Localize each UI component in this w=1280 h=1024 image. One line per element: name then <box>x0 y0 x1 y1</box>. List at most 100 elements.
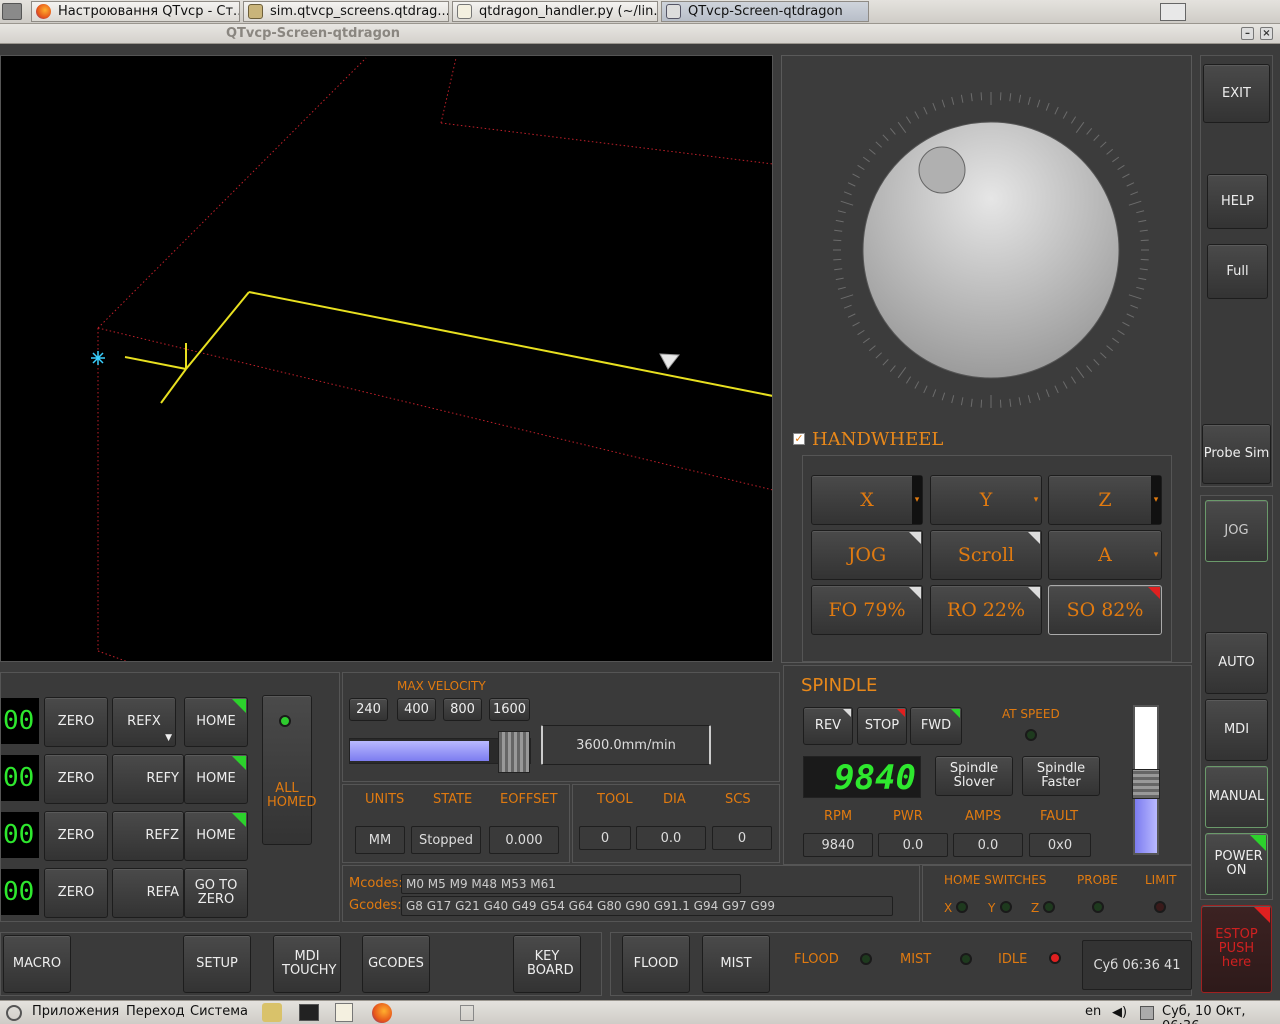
mdi-mode-button[interactable]: MDI <box>1205 699 1268 761</box>
units-header: UNITS <box>365 792 405 807</box>
applications-menu[interactable]: Приложения <box>32 1004 119 1019</box>
hw-axis-z-button[interactable]: Z ▾ <box>1048 475 1162 525</box>
zero-y-button[interactable]: ZERO <box>44 754 108 804</box>
mist-button[interactable]: MIST <box>702 935 770 993</box>
linuxcnc-launcher-icon[interactable] <box>262 1003 282 1022</box>
handwheel-panel: ✓ HANDWHEEL X ▾ Y ▾ Z ▾ JOG Scroll A ▾ FO 79… <box>781 55 1192 663</box>
dial-tick <box>941 99 946 108</box>
dial-tick <box>1112 337 1120 344</box>
ref-z-button[interactable]: REFZ <box>112 811 184 861</box>
jog-mode-button[interactable]: JOG <box>1205 500 1268 562</box>
max-velocity-slider[interactable] <box>349 731 531 773</box>
places-menu[interactable]: Переход <box>126 1004 185 1019</box>
dial-tick <box>1027 395 1031 404</box>
setup-button[interactable]: SETUP <box>183 935 251 993</box>
dial-tick <box>862 337 870 344</box>
dial-tick <box>882 134 889 141</box>
flood-button[interactable]: FLOOD <box>622 935 690 993</box>
auto-mode-button[interactable]: AUTO <box>1205 632 1268 694</box>
manual-mode-button[interactable]: MANUAL <box>1205 766 1268 828</box>
go-to-zero-button[interactable]: GO TO ZERO <box>184 868 248 918</box>
taskbar-tab-firefox[interactable]: Настроювання QTvcp - Ст... <box>31 1 240 22</box>
dial-tick <box>852 173 860 179</box>
estop-button[interactable]: ESTOP PUSH here <box>1201 905 1272 993</box>
dial-tick <box>1130 304 1139 309</box>
home-z-button[interactable]: HOME <box>184 811 248 861</box>
home-x-button[interactable]: HOME <box>184 697 248 747</box>
spindle-faster-button[interactable]: Spindle Faster <box>1022 756 1100 796</box>
close-icon[interactable]: × <box>1260 27 1273 40</box>
workspace-switcher[interactable] <box>1160 3 1186 21</box>
vel-preset-800[interactable]: 800 <box>443 698 482 721</box>
terminal-icon[interactable] <box>299 1004 319 1021</box>
hw-rapid-override-button[interactable]: RO 22% <box>930 585 1042 635</box>
zero-a-button[interactable]: ZERO <box>44 868 108 918</box>
spindle-fwd-button[interactable]: FWD <box>910 707 962 745</box>
dial-tick <box>882 359 889 366</box>
help-button[interactable]: HELP <box>1207 174 1268 229</box>
dial-tick <box>1027 96 1031 105</box>
macro-button[interactable]: MACRO <box>3 935 71 993</box>
mdi-touchy-button[interactable]: MDI TOUCHY <box>273 935 341 993</box>
gcodes-button[interactable]: GCODES <box>362 935 430 993</box>
handwheel-checkbox[interactable]: ✓ <box>793 433 805 445</box>
firefox-launcher-icon[interactable] <box>372 1003 392 1023</box>
minimize-icon[interactable]: – <box>1241 27 1254 40</box>
spindle-override-slider[interactable] <box>1132 705 1160 855</box>
hw-axis-x-button[interactable]: X ▾ <box>811 475 923 525</box>
vel-preset-400[interactable]: 400 <box>397 698 436 721</box>
dial-tick <box>914 381 920 389</box>
gcode-graphics-preview[interactable] <box>0 55 773 662</box>
panel-clock[interactable]: Суб, 10 Окт, 06:36 <box>1162 1004 1280 1024</box>
zero-z-button[interactable]: ZERO <box>44 811 108 861</box>
max-velocity-slider-handle[interactable] <box>498 731 530 773</box>
jog-dial[interactable] <box>830 90 1154 414</box>
state-header: STATE <box>433 792 473 807</box>
rpm-value: 9840 <box>803 833 873 857</box>
taskbar-tab-qtvcp[interactable]: QTvcp-Screen-qtdragon <box>661 1 869 22</box>
zero-x-button[interactable]: ZERO <box>44 697 108 747</box>
max-velocity-value: 3600.0mm/min <box>541 725 711 765</box>
spindle-slower-button[interactable]: Spindle Slover <box>935 756 1013 796</box>
dial-tick <box>1100 352 1107 359</box>
system-menu[interactable]: Система <box>190 1004 248 1019</box>
probe-sim-button[interactable]: Probe Sim <box>1202 424 1271 484</box>
vel-preset-240[interactable]: 240 <box>349 698 388 721</box>
dial-tick <box>1054 385 1059 394</box>
hw-axis-a-button[interactable]: A ▾ <box>1048 530 1162 580</box>
network-icon[interactable] <box>1140 1006 1154 1020</box>
dial-tick <box>951 395 955 404</box>
spindle-stop-button[interactable]: STOP <box>857 707 907 745</box>
taskbar-tab-files[interactable]: sim.qtvcp_screens.qtdrag... <box>243 1 449 22</box>
ref-y-button[interactable]: REFY <box>112 754 184 804</box>
hw-scroll-button[interactable]: Scroll <box>930 530 1042 580</box>
ref-a-button[interactable]: REFA <box>112 868 184 918</box>
taskbar-tab-editor[interactable]: qtdragon_handler.py (~/lin... <box>452 1 658 22</box>
hw-jog-button[interactable]: JOG <box>811 530 923 580</box>
text-editor-launcher-icon[interactable] <box>335 1003 353 1022</box>
ref-x-button[interactable]: REFX ▼ <box>112 697 176 747</box>
home-switches-label: HOME SWITCHES <box>944 873 1047 887</box>
keyboard-layout[interactable]: en <box>1085 1004 1101 1019</box>
hw-spindle-override-button[interactable]: SO 82% <box>1048 585 1162 635</box>
spindle-rev-button[interactable]: REV <box>803 707 853 745</box>
dial-tick <box>1075 121 1085 133</box>
scs-header: SCS <box>725 792 751 807</box>
max-velocity-label: MAX VELOCITY <box>397 679 486 693</box>
power-on-button[interactable]: POWER ON <box>1205 833 1268 895</box>
hw-feed-override-button[interactable]: FO 79% <box>811 585 923 635</box>
spindle-slider-handle[interactable] <box>1132 769 1160 799</box>
window-title: QTvcp-Screen-qtdragon <box>226 26 401 41</box>
exit-button[interactable]: EXIT <box>1203 64 1270 123</box>
volume-icon[interactable]: ◀) <box>1112 1005 1127 1020</box>
probe-label: PROBE <box>1077 873 1118 887</box>
dial-tick <box>970 93 973 102</box>
dial-tick <box>1018 94 1022 103</box>
fullscreen-button[interactable]: Full <box>1207 244 1268 299</box>
vel-preset-1600[interactable]: 1600 <box>489 698 530 721</box>
show-desktop-icon[interactable] <box>2 3 22 20</box>
dial-tick <box>1139 268 1148 271</box>
home-y-button[interactable]: HOME <box>184 754 248 804</box>
hw-axis-y-button[interactable]: Y ▾ <box>930 475 1042 525</box>
keyboard-button[interactable]: KEY BOARD <box>513 935 581 993</box>
